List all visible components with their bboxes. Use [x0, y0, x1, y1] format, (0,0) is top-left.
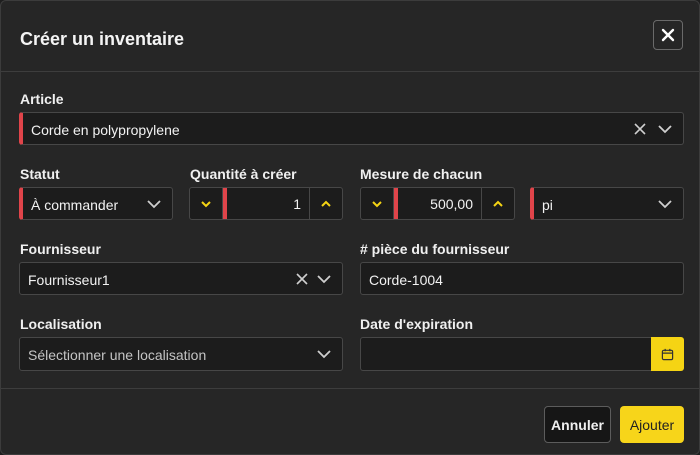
piece-input[interactable]: Corde-1004: [360, 262, 684, 295]
statut-select[interactable]: À commander: [19, 187, 173, 220]
statut-value: À commander: [31, 197, 119, 213]
piece-label: # pièce du fournisseur: [360, 241, 510, 257]
localisation-placeholder: Sélectionner une localisation: [28, 347, 207, 363]
fournisseur-label: Fournisseur: [20, 241, 101, 257]
mesure-value: 500,00: [430, 196, 473, 212]
quantite-input[interactable]: 1: [223, 188, 309, 219]
chevron-up-icon: [321, 200, 331, 207]
chevron-down-icon: [372, 200, 382, 207]
fournisseur-value: Fournisseur1: [28, 272, 110, 288]
add-button[interactable]: Ajouter: [620, 406, 684, 443]
chevron-down-icon[interactable]: [657, 121, 673, 137]
unit-select[interactable]: pi: [530, 187, 684, 220]
dialog-title: Créer un inventaire: [20, 29, 185, 49]
fournisseur-select[interactable]: Fournisseur1: [19, 262, 343, 295]
mesure-decrement-button[interactable]: [361, 188, 394, 219]
expiration-input[interactable]: [360, 337, 652, 371]
mesure-input[interactable]: 500,00: [394, 188, 481, 219]
cancel-button[interactable]: Annuler: [544, 406, 611, 443]
quantite-label: Quantité à créer: [190, 166, 297, 182]
clear-icon[interactable]: [632, 121, 648, 137]
piece-value: Corde-1004: [369, 272, 443, 288]
chevron-down-icon[interactable]: [316, 346, 332, 362]
localisation-label: Localisation: [20, 316, 102, 332]
clear-icon[interactable]: [294, 271, 310, 287]
chevron-down-icon[interactable]: [657, 196, 673, 212]
quantite-value: 1: [293, 196, 301, 212]
dialog-header: Créer un inventaire: [1, 1, 699, 72]
create-inventory-dialog: Créer un inventaire Article Corde en pol…: [0, 0, 700, 455]
unit-value: pi: [542, 197, 553, 213]
quantite-decrement-button[interactable]: [190, 188, 223, 219]
close-button[interactable]: [653, 20, 683, 50]
calendar-icon: [661, 348, 674, 360]
mesure-increment-button[interactable]: [481, 188, 514, 219]
statut-label: Statut: [20, 166, 60, 182]
close-icon: [661, 28, 675, 42]
chevron-up-icon: [493, 200, 503, 207]
mesure-stepper[interactable]: 500,00: [360, 187, 515, 220]
chevron-down-icon[interactable]: [146, 196, 162, 212]
quantite-increment-button[interactable]: [309, 188, 342, 219]
localisation-select[interactable]: Sélectionner une localisation: [19, 337, 343, 371]
chevron-down-icon: [201, 200, 211, 207]
quantite-stepper[interactable]: 1: [189, 187, 343, 220]
expiration-label: Date d'expiration: [360, 316, 474, 332]
dialog-footer-divider: [1, 388, 699, 389]
mesure-label: Mesure de chacun: [360, 166, 483, 182]
calendar-button[interactable]: [651, 337, 684, 371]
article-label: Article: [20, 91, 64, 107]
article-value: Corde en polypropylene: [31, 122, 180, 138]
article-select[interactable]: Corde en polypropylene: [19, 112, 684, 145]
chevron-down-icon[interactable]: [316, 271, 332, 287]
